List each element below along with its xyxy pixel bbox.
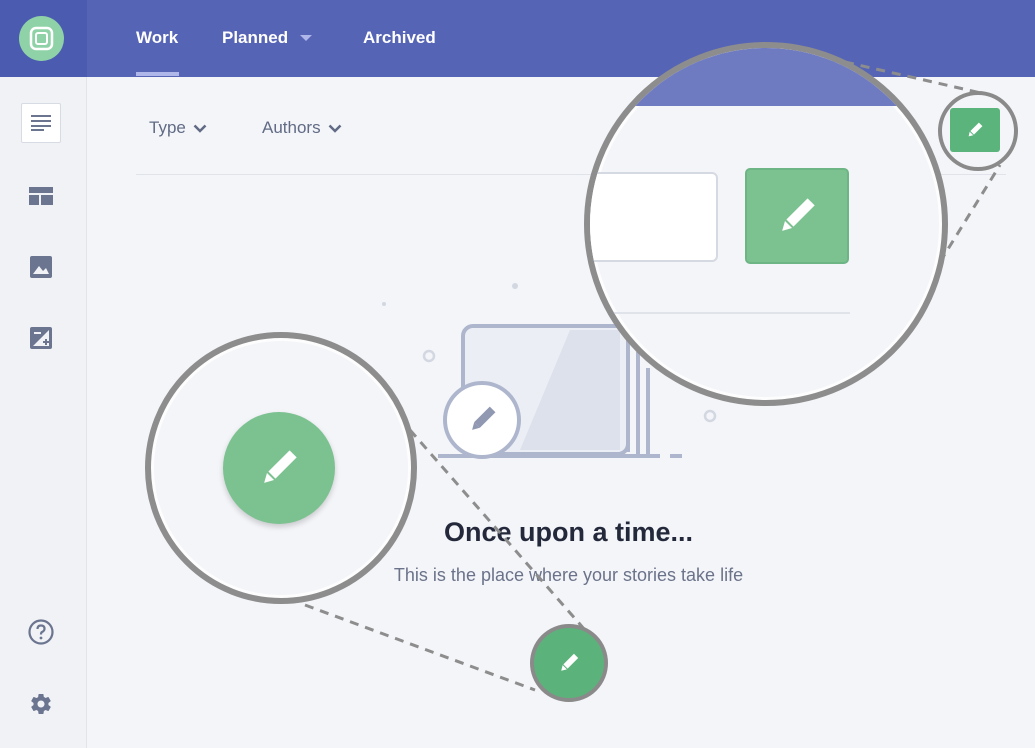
magnified-divider — [590, 312, 850, 314]
fab-magnifier — [145, 332, 417, 604]
button-magnifier — [584, 42, 948, 406]
magnified-new-story-button — [745, 168, 849, 264]
pencil-icon — [264, 450, 297, 483]
new-story-highlight-ring — [938, 91, 1018, 171]
magnified-topbar — [590, 48, 942, 106]
pencil-icon — [782, 198, 815, 231]
create-story-fab[interactable] — [530, 624, 608, 702]
magnified-fab — [223, 412, 335, 524]
magnified-search-box — [590, 172, 718, 262]
pencil-icon — [561, 653, 579, 671]
